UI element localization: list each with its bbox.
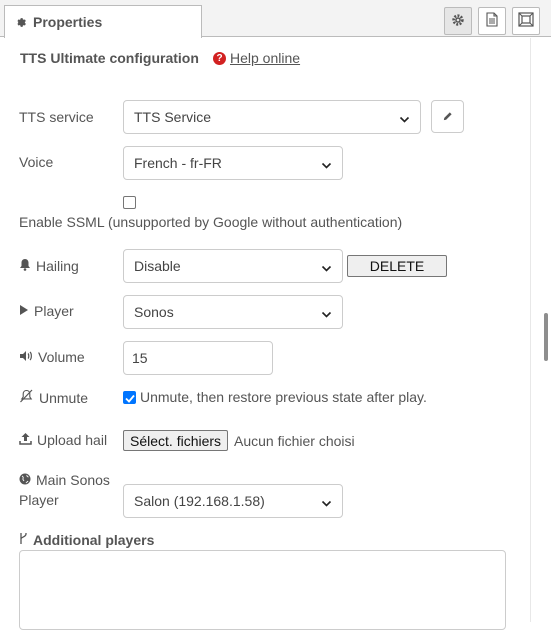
player-label-text: Player <box>34 303 74 319</box>
fork-icon <box>19 532 28 548</box>
main-sonos-player-label-line2: Player <box>19 492 59 508</box>
voice-label: Voice <box>19 154 53 170</box>
tab-properties[interactable]: Properties <box>4 5 202 38</box>
tts-service-select[interactable]: TTS Service <box>123 100 421 134</box>
delete-hail-button[interactable]: DELETE <box>347 255 447 277</box>
bell-icon <box>19 258 31 274</box>
choose-files-button[interactable]: Sélect. fichiers <box>123 430 229 451</box>
question-circle-icon: ? <box>213 51 226 65</box>
gear-icon <box>15 16 28 29</box>
help-online: ? Help online <box>213 50 300 66</box>
pencil-icon <box>442 109 453 125</box>
volume-icon <box>19 349 33 365</box>
player-select[interactable]: Sonos <box>123 295 343 329</box>
voice-select[interactable]: French - fr-FR <box>123 146 343 180</box>
unmute-label: Unmute <box>19 389 88 406</box>
tts-service-value: TTS Service <box>134 109 212 125</box>
play-icon <box>19 303 29 319</box>
bell-slash-icon <box>19 389 34 406</box>
page-title: TTS Ultimate configuration <box>20 50 199 66</box>
tab-properties-label: Properties <box>33 14 103 30</box>
checkmark-icon <box>124 390 135 406</box>
tts-service-label-text: TTS service <box>19 109 94 125</box>
unmute-label-text: Unmute <box>39 389 89 406</box>
globe-icon <box>19 472 31 488</box>
appearance-button[interactable] <box>512 7 540 35</box>
volume-label: Volume <box>19 349 85 365</box>
ssml-label: Enable SSML (unsupported by Google witho… <box>19 214 403 230</box>
tab-bar: Properties <box>0 0 551 38</box>
voice-value: French - fr-FR <box>134 155 222 171</box>
unmute-checkbox[interactable] <box>123 391 136 404</box>
volume-input[interactable]: 15 <box>123 341 273 375</box>
settings-button[interactable] <box>444 7 472 35</box>
chevron-down-icon <box>321 496 332 512</box>
hailing-label-text: Hailing <box>36 258 79 274</box>
hailing-select[interactable]: Disable <box>123 249 343 283</box>
upload-hail-label: Upload hail <box>19 432 107 448</box>
upload-hail-label-text: Upload hail <box>37 432 108 448</box>
main-sonos-player-value: Salon (192.168.1.58) <box>134 493 265 509</box>
main-sonos-player-label-line1: Main Sonos <box>36 472 110 488</box>
voice-label-text: Voice <box>19 154 54 170</box>
document-icon <box>486 12 498 30</box>
upload-icon <box>19 432 32 448</box>
main-sonos-player-label: Main Sonos <box>19 472 110 488</box>
chevron-down-icon <box>321 307 332 323</box>
hailing-value: Disable <box>134 258 181 274</box>
chevron-down-icon <box>321 261 332 277</box>
volume-label-text: Volume <box>38 349 85 365</box>
player-label: Player <box>19 303 74 319</box>
additional-players-label: Additional players <box>19 532 154 548</box>
volume-value: 15 <box>132 350 148 366</box>
additional-players-input[interactable] <box>19 550 506 630</box>
description-button[interactable] <box>478 7 506 35</box>
edit-tts-service-button[interactable] <box>431 100 464 133</box>
help-online-link[interactable]: Help online <box>230 50 300 66</box>
chevron-down-icon <box>321 158 332 174</box>
tts-service-label: TTS service <box>19 109 94 125</box>
frame-icon <box>518 12 534 30</box>
hailing-label: Hailing <box>19 258 79 274</box>
scrollbar-thumb[interactable] <box>544 313 548 361</box>
unmute-checkbox-label: Unmute, then restore previous state afte… <box>140 389 427 405</box>
player-value: Sonos <box>134 304 174 320</box>
gear-icon <box>451 13 465 30</box>
file-status: Aucun fichier choisi <box>234 433 355 449</box>
main-sonos-player-select[interactable]: Salon (192.168.1.58) <box>123 484 343 518</box>
additional-players-label-text: Additional players <box>33 532 155 548</box>
ssml-checkbox[interactable] <box>123 196 136 209</box>
chevron-down-icon <box>399 112 410 128</box>
